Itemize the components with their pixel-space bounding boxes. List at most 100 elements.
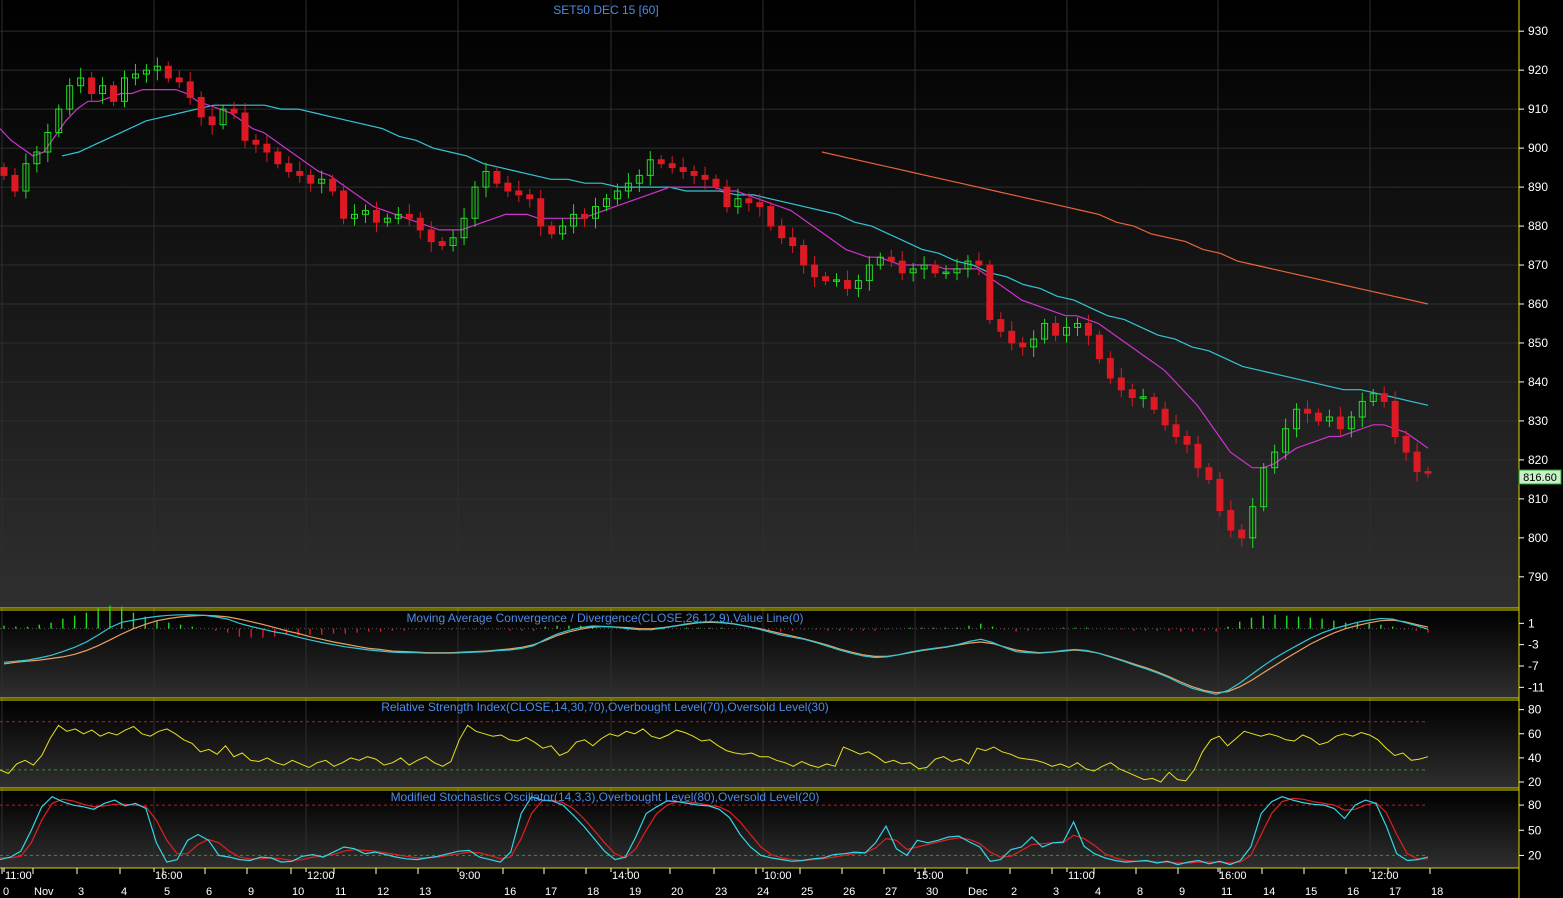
time-tick-label: 12:00 bbox=[1371, 870, 1399, 882]
time-tick-label: 4 bbox=[1095, 886, 1101, 898]
candle-body bbox=[975, 260, 983, 266]
price-tick-label: 920 bbox=[1528, 63, 1548, 77]
rsi-tick-label: 80 bbox=[1528, 703, 1542, 717]
candle-body bbox=[1380, 393, 1388, 402]
time-tick-label: 3 bbox=[78, 886, 84, 898]
candle-body bbox=[1183, 436, 1191, 445]
candle-body bbox=[252, 139, 260, 145]
candle-body bbox=[263, 143, 271, 153]
macd-tick-label: -7 bbox=[1528, 659, 1539, 673]
candle-body bbox=[186, 81, 194, 98]
time-tick-label: 13 bbox=[419, 886, 431, 898]
time-tick-label: 27 bbox=[885, 886, 897, 898]
time-tick-label: 9 bbox=[1179, 886, 1185, 898]
candle-body bbox=[712, 178, 720, 188]
candle-body bbox=[1424, 471, 1432, 474]
time-tick-label: 18 bbox=[1431, 886, 1443, 898]
price-tick-label: 840 bbox=[1528, 375, 1548, 389]
candle-body bbox=[1172, 424, 1180, 438]
time-tick-label: Nov bbox=[34, 886, 54, 898]
candle-body bbox=[767, 206, 775, 227]
candle-body bbox=[329, 178, 337, 192]
candle-body bbox=[296, 170, 304, 176]
time-tick-label: 17 bbox=[1389, 886, 1401, 898]
candle-body bbox=[1106, 358, 1114, 379]
time-tick-label: 2 bbox=[1011, 886, 1017, 898]
time-tick-label: 5 bbox=[164, 886, 170, 898]
candle-body bbox=[526, 194, 534, 200]
candle-body bbox=[88, 77, 96, 95]
time-tick-label: 26 bbox=[843, 886, 855, 898]
candle-body bbox=[515, 190, 523, 196]
price-tick-label: 910 bbox=[1528, 102, 1548, 116]
price-tick-label: 890 bbox=[1528, 180, 1548, 194]
candle-body bbox=[427, 229, 435, 243]
price-tick-label: 810 bbox=[1528, 492, 1548, 506]
candle-body bbox=[657, 159, 665, 165]
candle-body bbox=[504, 182, 512, 192]
candle-body bbox=[274, 151, 282, 165]
candle-body bbox=[340, 190, 348, 219]
time-tick-label: 30 bbox=[926, 886, 938, 898]
chart-stage[interactable]: SET50 DEC 15 [60] 9309209109008908808708… bbox=[0, 0, 1563, 898]
stochastic-title: Modified Stochastics Oscillator(14,3,3),… bbox=[391, 790, 820, 804]
candle-body bbox=[1391, 400, 1399, 438]
price-tick-label: 870 bbox=[1528, 258, 1548, 272]
candle-body bbox=[1150, 397, 1158, 410]
time-tick-label: 23 bbox=[715, 886, 727, 898]
candle-body bbox=[416, 217, 424, 231]
candle-body bbox=[175, 77, 183, 83]
candle-body bbox=[11, 174, 19, 192]
candle-body bbox=[723, 186, 731, 208]
time-tick-label: 18 bbox=[587, 886, 599, 898]
time-tick-label: 0 bbox=[3, 886, 9, 898]
time-tick-label: Dec bbox=[968, 886, 988, 898]
last-price-label: 816.60 bbox=[1523, 472, 1557, 484]
time-tick-label: 11 bbox=[335, 886, 346, 898]
candle-body bbox=[811, 264, 819, 278]
candle-body bbox=[110, 85, 118, 102]
candle-body bbox=[1227, 510, 1235, 531]
candle-body bbox=[679, 167, 687, 172]
candle-body bbox=[778, 225, 786, 239]
candle-body bbox=[285, 163, 293, 172]
time-tick-label: 12:00 bbox=[307, 870, 335, 882]
price-tick-label: 860 bbox=[1528, 297, 1548, 311]
time-tick-label: 11 bbox=[1221, 886, 1232, 898]
time-tick-label: 16:00 bbox=[155, 870, 183, 882]
stochastic-tick-label: 20 bbox=[1528, 848, 1542, 862]
time-tick-label: 19 bbox=[629, 886, 641, 898]
candle-body bbox=[1314, 412, 1322, 422]
time-tick-label: 9:00 bbox=[459, 870, 480, 882]
candle-body bbox=[1216, 478, 1224, 512]
candle-body bbox=[898, 260, 906, 274]
candle-body bbox=[208, 116, 216, 126]
candle-body bbox=[997, 319, 1005, 332]
candle-body bbox=[197, 96, 205, 118]
time-tick-label: 16 bbox=[504, 886, 516, 898]
macd-tick-label: -3 bbox=[1528, 638, 1539, 652]
time-tick-label: 3 bbox=[1053, 886, 1059, 898]
time-tick-label: 17 bbox=[545, 886, 557, 898]
candle-body bbox=[537, 198, 545, 227]
time-tick-label: 16 bbox=[1347, 886, 1359, 898]
candle-body bbox=[1304, 408, 1312, 414]
macd-title: Moving Average Convergence / Divergence(… bbox=[406, 611, 803, 625]
price-tick-label: 880 bbox=[1528, 219, 1548, 233]
candle-body bbox=[800, 245, 808, 266]
time-tick-label: 11:00 bbox=[5, 870, 32, 882]
rsi-tick-label: 20 bbox=[1528, 775, 1542, 789]
candle-body bbox=[241, 112, 249, 141]
price-tick-label: 900 bbox=[1528, 141, 1548, 155]
candle-body bbox=[887, 256, 895, 262]
candle-body bbox=[438, 241, 446, 247]
time-tick-label: 11:00 bbox=[1068, 870, 1095, 882]
time-tick-label: 25 bbox=[801, 886, 813, 898]
candle-body bbox=[493, 170, 501, 184]
price-tick-label: 820 bbox=[1528, 453, 1548, 467]
time-tick-label: 20 bbox=[671, 886, 683, 898]
chart-title: SET50 DEC 15 [60] bbox=[553, 3, 658, 17]
time-tick-label: 16:00 bbox=[1219, 870, 1247, 882]
time-tick-label: 8 bbox=[1137, 886, 1143, 898]
rsi-tick-label: 60 bbox=[1528, 727, 1542, 741]
